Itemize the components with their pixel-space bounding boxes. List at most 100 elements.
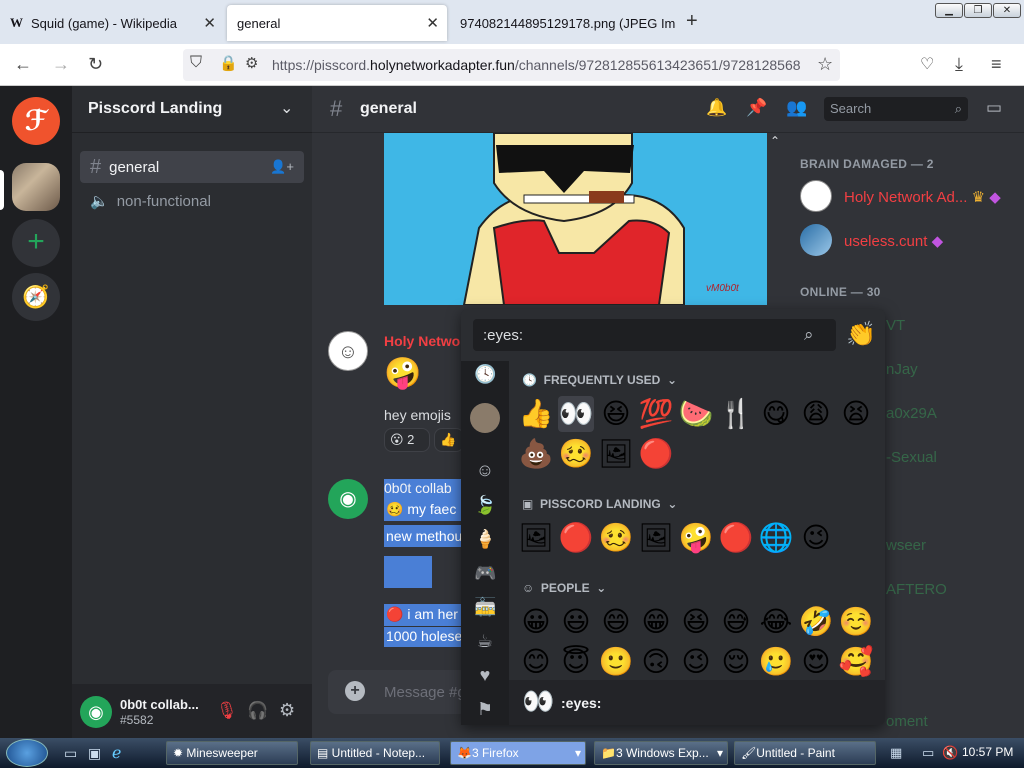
emoji-button[interactable]: 🖼	[598, 436, 634, 472]
emoji-button[interactable]: 😃	[558, 604, 594, 640]
shield-icon[interactable]: ⛉	[190, 54, 202, 72]
emoji-button[interactable]: 🥴	[598, 520, 634, 556]
emoji-button[interactable]: 😇	[558, 644, 594, 678]
close-icon[interactable]: ✕	[203, 14, 216, 32]
taskbar-explorer[interactable]: 📁 3 Windows Exp... ▾	[594, 741, 728, 765]
invite-icon[interactable]: 👤+	[270, 159, 294, 175]
pocket-icon[interactable]: ♡	[920, 54, 934, 74]
emoji-button[interactable]: 🌐	[758, 520, 794, 556]
emoji-button[interactable]: 🥰	[838, 644, 874, 678]
explore-icon[interactable]: 🧭	[12, 273, 60, 321]
emoji-button[interactable]: 😄	[598, 604, 634, 640]
emoji-button[interactable]: 🔴	[558, 520, 594, 556]
emoji-button[interactable]: 🥴	[558, 436, 594, 472]
menu-icon[interactable]: ≡	[991, 54, 1002, 75]
new-tab-icon[interactable]: +	[686, 10, 698, 33]
emoji-section-people[interactable]: ☺ PEOPLE ⌄	[522, 581, 606, 595]
settings-gear-icon[interactable]: ⚙	[279, 700, 295, 721]
emoji-search-input[interactable]: :eyes:	[473, 319, 836, 351]
inbox-icon[interactable]: ▭	[986, 98, 1002, 118]
forward-icon[interactable]: →	[52, 54, 70, 75]
travel-icon[interactable]: 🚋	[474, 597, 496, 619]
member-avatar[interactable]	[800, 180, 832, 212]
emoji-button[interactable]: 👀	[558, 396, 594, 432]
message-attachment[interactable]	[384, 556, 432, 588]
message-author[interactable]: Holy Netwo	[384, 333, 460, 349]
monitor-icon[interactable]: ▭	[922, 745, 934, 761]
tab-image[interactable]: 974082144895129178.png (JPEG Ima	[450, 5, 676, 41]
tab-wikipedia[interactable]: W Squid (game) - Wikipedia ✕	[0, 5, 224, 41]
emoji-button[interactable]: 👍	[518, 396, 554, 432]
user-avatar[interactable]: ☺	[328, 331, 368, 371]
emoji-button[interactable]: 💩	[518, 436, 554, 472]
show-desktop-icon[interactable]: ▭	[64, 745, 77, 762]
taskbar-firefox[interactable]: 🦊 3 Firefox ▾	[450, 741, 586, 765]
emoji-button[interactable]: 😍	[798, 644, 834, 678]
downloads-icon[interactable]: ⤓	[955, 54, 963, 75]
emoji-button[interactable]: 😉	[798, 520, 834, 556]
emoji-button[interactable]: 😀	[518, 604, 554, 640]
emoji-button[interactable]: 😌	[718, 644, 754, 678]
taskbar-notepad[interactable]: ▤ Untitled - Notep...	[310, 741, 440, 765]
chevron-down-icon[interactable]: ⌄	[280, 98, 293, 118]
cup-icon[interactable]: ☕	[474, 631, 496, 653]
emoji-button[interactable]: 🔴	[638, 436, 674, 472]
minimize-button[interactable]: ▁	[935, 3, 963, 18]
member-name[interactable]: wseer	[886, 537, 926, 554]
mute-icon[interactable]: 🎙	[216, 701, 238, 721]
headphones-icon[interactable]: 🎧	[247, 701, 268, 721]
skin-tone-icon[interactable]: 👏	[846, 320, 876, 349]
member-name[interactable]: VT	[886, 317, 905, 334]
server-emoji-icon[interactable]	[470, 403, 500, 433]
close-window-button[interactable]: ✕	[993, 3, 1021, 18]
reload-icon[interactable]: ↻	[88, 54, 103, 75]
emoji-button[interactable]: ☺️	[838, 604, 874, 640]
permissions-icon[interactable]: ⚙	[245, 54, 258, 72]
emoji-button[interactable]: 😩	[798, 396, 834, 432]
taskbar-paint[interactable]: 🖌 Untitled - Paint	[734, 741, 876, 765]
member-name[interactable]: a0x29A	[886, 405, 937, 422]
member-name[interactable]: oment	[886, 713, 928, 730]
emoji-section-server[interactable]: ▣ PISSCORD LANDING ⌄	[522, 497, 677, 511]
reaction-chip[interactable]: 😮 2	[384, 428, 430, 452]
bookmark-star-icon[interactable]: ☆	[817, 54, 833, 75]
back-icon[interactable]: ←	[14, 54, 32, 75]
flag-icon[interactable]: ⚑	[474, 699, 496, 721]
emoji-button[interactable]: 🙃	[638, 644, 674, 678]
member-name[interactable]: Holy Network Ad... ♛ ◆	[844, 188, 1001, 206]
network-icon[interactable]: ▦	[890, 745, 902, 761]
scroll-up-icon[interactable]: ⌃	[770, 134, 780, 148]
message-author[interactable]: 0b0t collab	[384, 480, 452, 496]
emoji-button[interactable]: 🤪	[678, 520, 714, 556]
volume-muted-icon[interactable]: 🔇	[942, 745, 958, 761]
emoji-button[interactable]: 🔴	[718, 520, 754, 556]
start-button[interactable]	[6, 739, 48, 767]
emoji-section-frequent[interactable]: 🕓 FREQUENTLY USED ⌄	[522, 373, 677, 387]
leaf-icon[interactable]: 🍃	[474, 495, 496, 517]
emoji-button[interactable]: 😂	[758, 604, 794, 640]
switch-windows-icon[interactable]: ▣	[88, 745, 101, 762]
channel-general[interactable]: # general 👤+	[80, 151, 304, 183]
member-name[interactable]: AFTERO	[886, 581, 947, 598]
food-icon[interactable]: 🍦	[474, 529, 496, 551]
lock-icon[interactable]: 🔒	[219, 54, 238, 72]
maximize-button[interactable]: ❐	[964, 3, 992, 18]
members-icon[interactable]: 👥	[786, 98, 807, 118]
search-input[interactable]: Search ⌕	[824, 97, 968, 121]
emoji-button[interactable]: 🥲	[758, 644, 794, 678]
member-name[interactable]: useless.cunt ◆	[844, 232, 943, 250]
home-icon[interactable]: ℱ	[12, 97, 60, 145]
bell-icon[interactable]: 🔔	[706, 98, 727, 118]
emoji-button[interactable]: 🍴	[718, 396, 754, 432]
smile-icon[interactable]: ☺	[474, 460, 496, 482]
member-avatar[interactable]	[800, 224, 832, 256]
server-pisscord-icon[interactable]	[12, 163, 60, 211]
ie-icon[interactable]: ℯ	[112, 743, 121, 763]
taskbar-minesweeper[interactable]: ✹ Minesweeper	[166, 741, 298, 765]
member-name[interactable]: -Sexual	[886, 449, 937, 466]
emoji-button[interactable]: 🍉	[678, 396, 714, 432]
emoji-button[interactable]: 😅	[718, 604, 754, 640]
close-icon[interactable]: ✕	[426, 14, 439, 32]
server-name[interactable]: Pisscord Landing	[88, 100, 222, 118]
heart-icon[interactable]: ♥	[474, 665, 496, 687]
